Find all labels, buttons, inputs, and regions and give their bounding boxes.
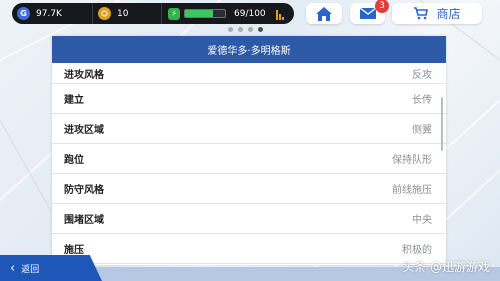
tactics-list[interactable]: 进攻风格 反攻 建立 长传 进攻区域 侧翼 跑位 保持队形 防守风格 前线施压 …	[52, 63, 446, 264]
home-button[interactable]	[306, 3, 342, 24]
energy-bar	[184, 9, 226, 18]
row-value: 中央	[412, 215, 432, 226]
row-label: 跑位	[64, 155, 84, 166]
row-value: 侧翼	[412, 125, 432, 136]
mail-badge: 3	[375, 0, 389, 13]
page-dot[interactable]	[228, 27, 233, 32]
mail-button[interactable]: 3	[350, 0, 389, 24]
coin-stat: 10	[92, 3, 161, 24]
gold-stat: G 97.7K	[12, 3, 92, 24]
list-item: 进攻区域 侧翼	[52, 114, 446, 144]
coin-icon	[98, 7, 111, 20]
row-label: 进攻区域	[64, 125, 104, 136]
row-value: 积极的	[402, 245, 432, 256]
row-label: 施压	[64, 245, 84, 256]
home-icon	[316, 6, 332, 21]
row-value: 反攻	[412, 69, 432, 81]
row-value: 长传	[412, 95, 432, 106]
energy-bar-fill	[185, 10, 213, 17]
coin-value: 10	[117, 8, 129, 19]
page-dot-active[interactable]	[258, 27, 263, 32]
energy-value: 69/100	[234, 8, 266, 19]
gold-value: 97.7K	[36, 8, 62, 19]
list-item: 围堵区域 中央	[52, 204, 446, 234]
tactics-panel: 爱德华多·多明格斯 进攻风格 反攻 建立 长传 进攻区域 侧翼 跑位 保持队形 …	[52, 36, 446, 265]
chevron-left-icon: ‹	[10, 260, 16, 276]
panel-title: 爱德华多·多明格斯	[52, 36, 446, 63]
energy-stat: ⚡ 69/100	[161, 3, 294, 24]
list-item: 进攻风格 反攻	[52, 63, 446, 84]
gold-g-icon: G	[17, 7, 30, 20]
cart-icon	[414, 7, 429, 20]
stats-bars-icon[interactable]	[275, 8, 288, 20]
page-indicator	[228, 27, 263, 32]
row-label: 防守风格	[64, 185, 104, 196]
status-bar: G 97.7K 10 ⚡ 69/100	[12, 3, 294, 24]
list-item: 跑位 保持队形	[52, 144, 446, 174]
mail-icon	[359, 7, 376, 19]
shop-label: 商店	[436, 7, 461, 21]
page-dot[interactable]	[248, 27, 253, 32]
list-item: 建立 长传	[52, 84, 446, 114]
watermark: 头条 @迅游游戏	[402, 260, 490, 274]
row-label: 进攻风格	[64, 69, 104, 81]
row-label: 建立	[64, 95, 84, 106]
shop-button[interactable]: 商店	[392, 3, 482, 24]
row-label: 围堵区域	[64, 215, 104, 226]
row-value: 保持队形	[392, 155, 432, 166]
energy-bolt-icon: ⚡	[168, 7, 180, 20]
scrollbar[interactable]	[441, 97, 443, 151]
back-button[interactable]: ‹ 返回	[0, 255, 102, 281]
list-item: 防守风格 前线施压	[52, 174, 446, 204]
list-item: 施压 积极的	[52, 234, 446, 264]
back-label: 返回	[21, 264, 40, 275]
page-dot[interactable]	[238, 27, 243, 32]
row-value: 前线施压	[392, 185, 432, 196]
